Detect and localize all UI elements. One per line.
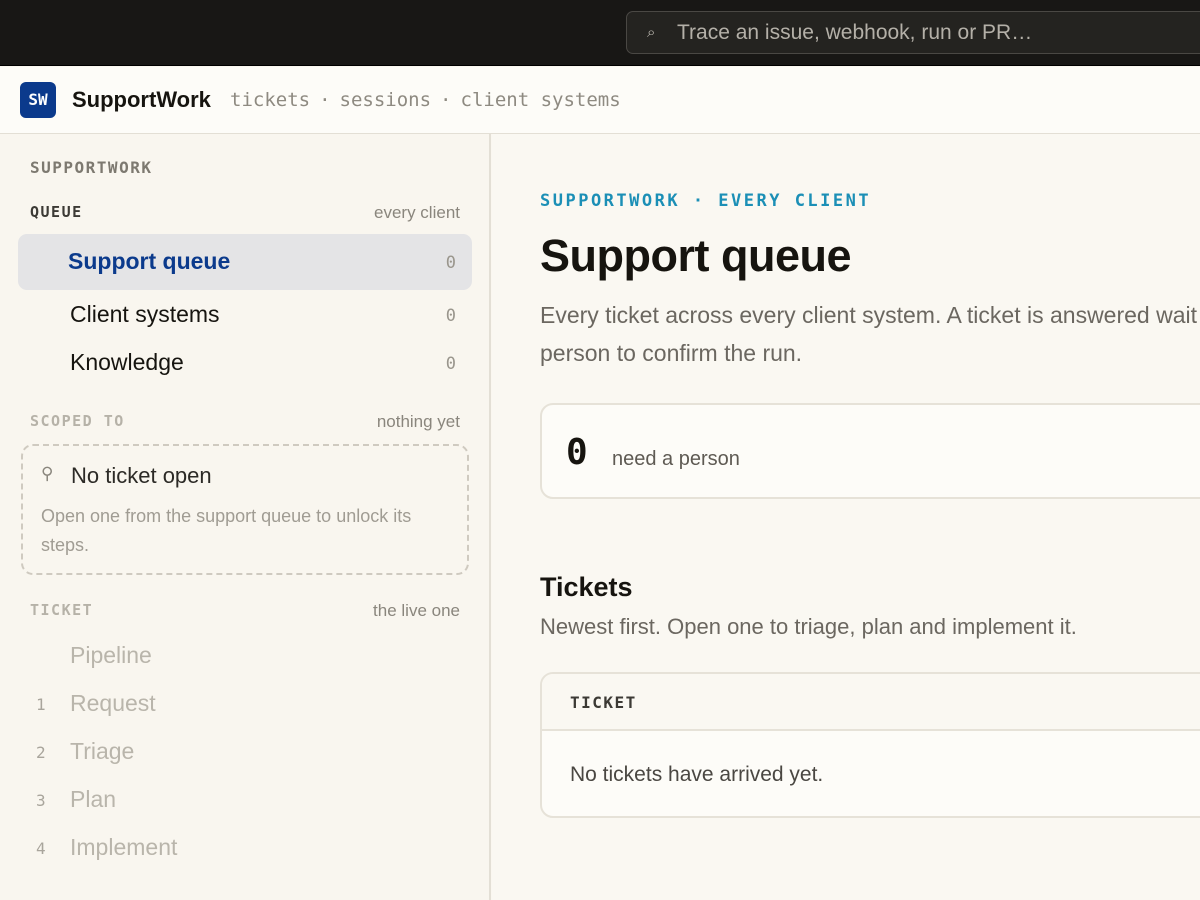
step-label: Plan: [70, 786, 117, 812]
page-eyebrow: SUPPORTWORK · EVERY CLIENT: [540, 191, 872, 211]
stat-label: need a person: [612, 448, 740, 470]
app-logo[interactable]: SW: [20, 82, 56, 118]
ticket-label: TICKET: [30, 601, 94, 619]
search-box[interactable]: ⌕: [626, 11, 1200, 54]
queue-label: QUEUE: [30, 203, 83, 221]
scope-label: SCOPED TO: [30, 412, 125, 430]
nav-link-client-systems[interactable]: client systems: [461, 89, 621, 111]
search-icon: ⌕: [647, 24, 656, 41]
scope-description: Open one from the support queue to unloc…: [41, 506, 412, 555]
app-name[interactable]: SupportWork: [72, 87, 211, 113]
tickets-subtitle: Newest first. Open one to triage, plan a…: [540, 614, 1077, 639]
step-number: 2: [36, 743, 46, 762]
needs-person-stat: 0 need a person: [540, 403, 1200, 499]
page-title: Support queue: [540, 230, 851, 281]
step-plan: 3 Plan: [30, 780, 450, 820]
ticket-section-header: TICKET the live one: [30, 601, 460, 623]
table-header: TICKET: [542, 674, 1200, 731]
step-label: Request: [70, 690, 156, 716]
page-description: Every ticket across every client system.…: [540, 302, 1200, 366]
step-number: 4: [36, 839, 46, 858]
empty-state: No tickets have arrived yet.: [570, 763, 824, 786]
sidebar: SUPPORTWORK QUEUE every client Support q…: [0, 134, 491, 900]
step-implement: 4 Implement: [30, 828, 450, 868]
scope-note: nothing yet: [376, 412, 460, 431]
sidebar-item-label: Knowledge: [70, 349, 184, 375]
pipeline-heading: Pipeline: [30, 636, 450, 676]
sidebar-item-count: 0: [445, 253, 456, 273]
main-content: SUPPORTWORK · EVERY CLIENT Support queue…: [492, 134, 1200, 900]
scope-title: No ticket open: [71, 463, 212, 488]
step-request: 1 Request: [30, 684, 450, 724]
step-label: Implement: [70, 834, 178, 860]
sidebar-title: SUPPORTWORK: [30, 158, 153, 177]
step-triage: 2 Triage: [30, 732, 450, 772]
step-label: Triage: [70, 738, 135, 764]
sidebar-item-support-queue[interactable]: Support queue 0: [18, 234, 472, 290]
tickets-heading: Tickets: [540, 572, 633, 602]
nav-link-sessions[interactable]: sessions: [340, 89, 432, 111]
ticket-note: the live one: [373, 601, 460, 620]
brand-bar: SW SupportWork tickets · sessions · client s…: [0, 67, 1200, 134]
search-input[interactable]: [677, 12, 1200, 53]
brand-nav: tickets · sessions · client systems: [230, 89, 621, 111]
column-header-ticket: TICKET: [570, 693, 637, 712]
stat-value: 0: [566, 432, 588, 473]
sidebar-item-count: 0: [445, 354, 456, 374]
nav-separator: ·: [440, 89, 452, 111]
tickets-table: TICKET No tickets have arrived yet.: [540, 672, 1200, 818]
queue-note: every client: [374, 203, 460, 222]
scope-empty-card: ⚲ No ticket open Open one from the suppo…: [21, 444, 469, 575]
top-bar: ⌕: [0, 0, 1200, 66]
queue-section-header: QUEUE every client: [30, 203, 460, 225]
step-number: 1: [36, 695, 46, 714]
pin-icon: ⚲: [41, 464, 54, 483]
sidebar-item-count: 0: [445, 306, 456, 326]
scope-section-header: SCOPED TO nothing yet: [30, 412, 460, 434]
sidebar-item-knowledge[interactable]: Knowledge 0: [18, 335, 472, 391]
nav-link-tickets[interactable]: tickets: [230, 89, 310, 111]
pipeline-label: Pipeline: [70, 642, 152, 668]
step-number: 3: [36, 791, 46, 810]
sidebar-item-label: Client systems: [70, 301, 220, 327]
nav-separator: ·: [319, 89, 331, 111]
sidebar-item-label: Support queue: [68, 248, 231, 274]
